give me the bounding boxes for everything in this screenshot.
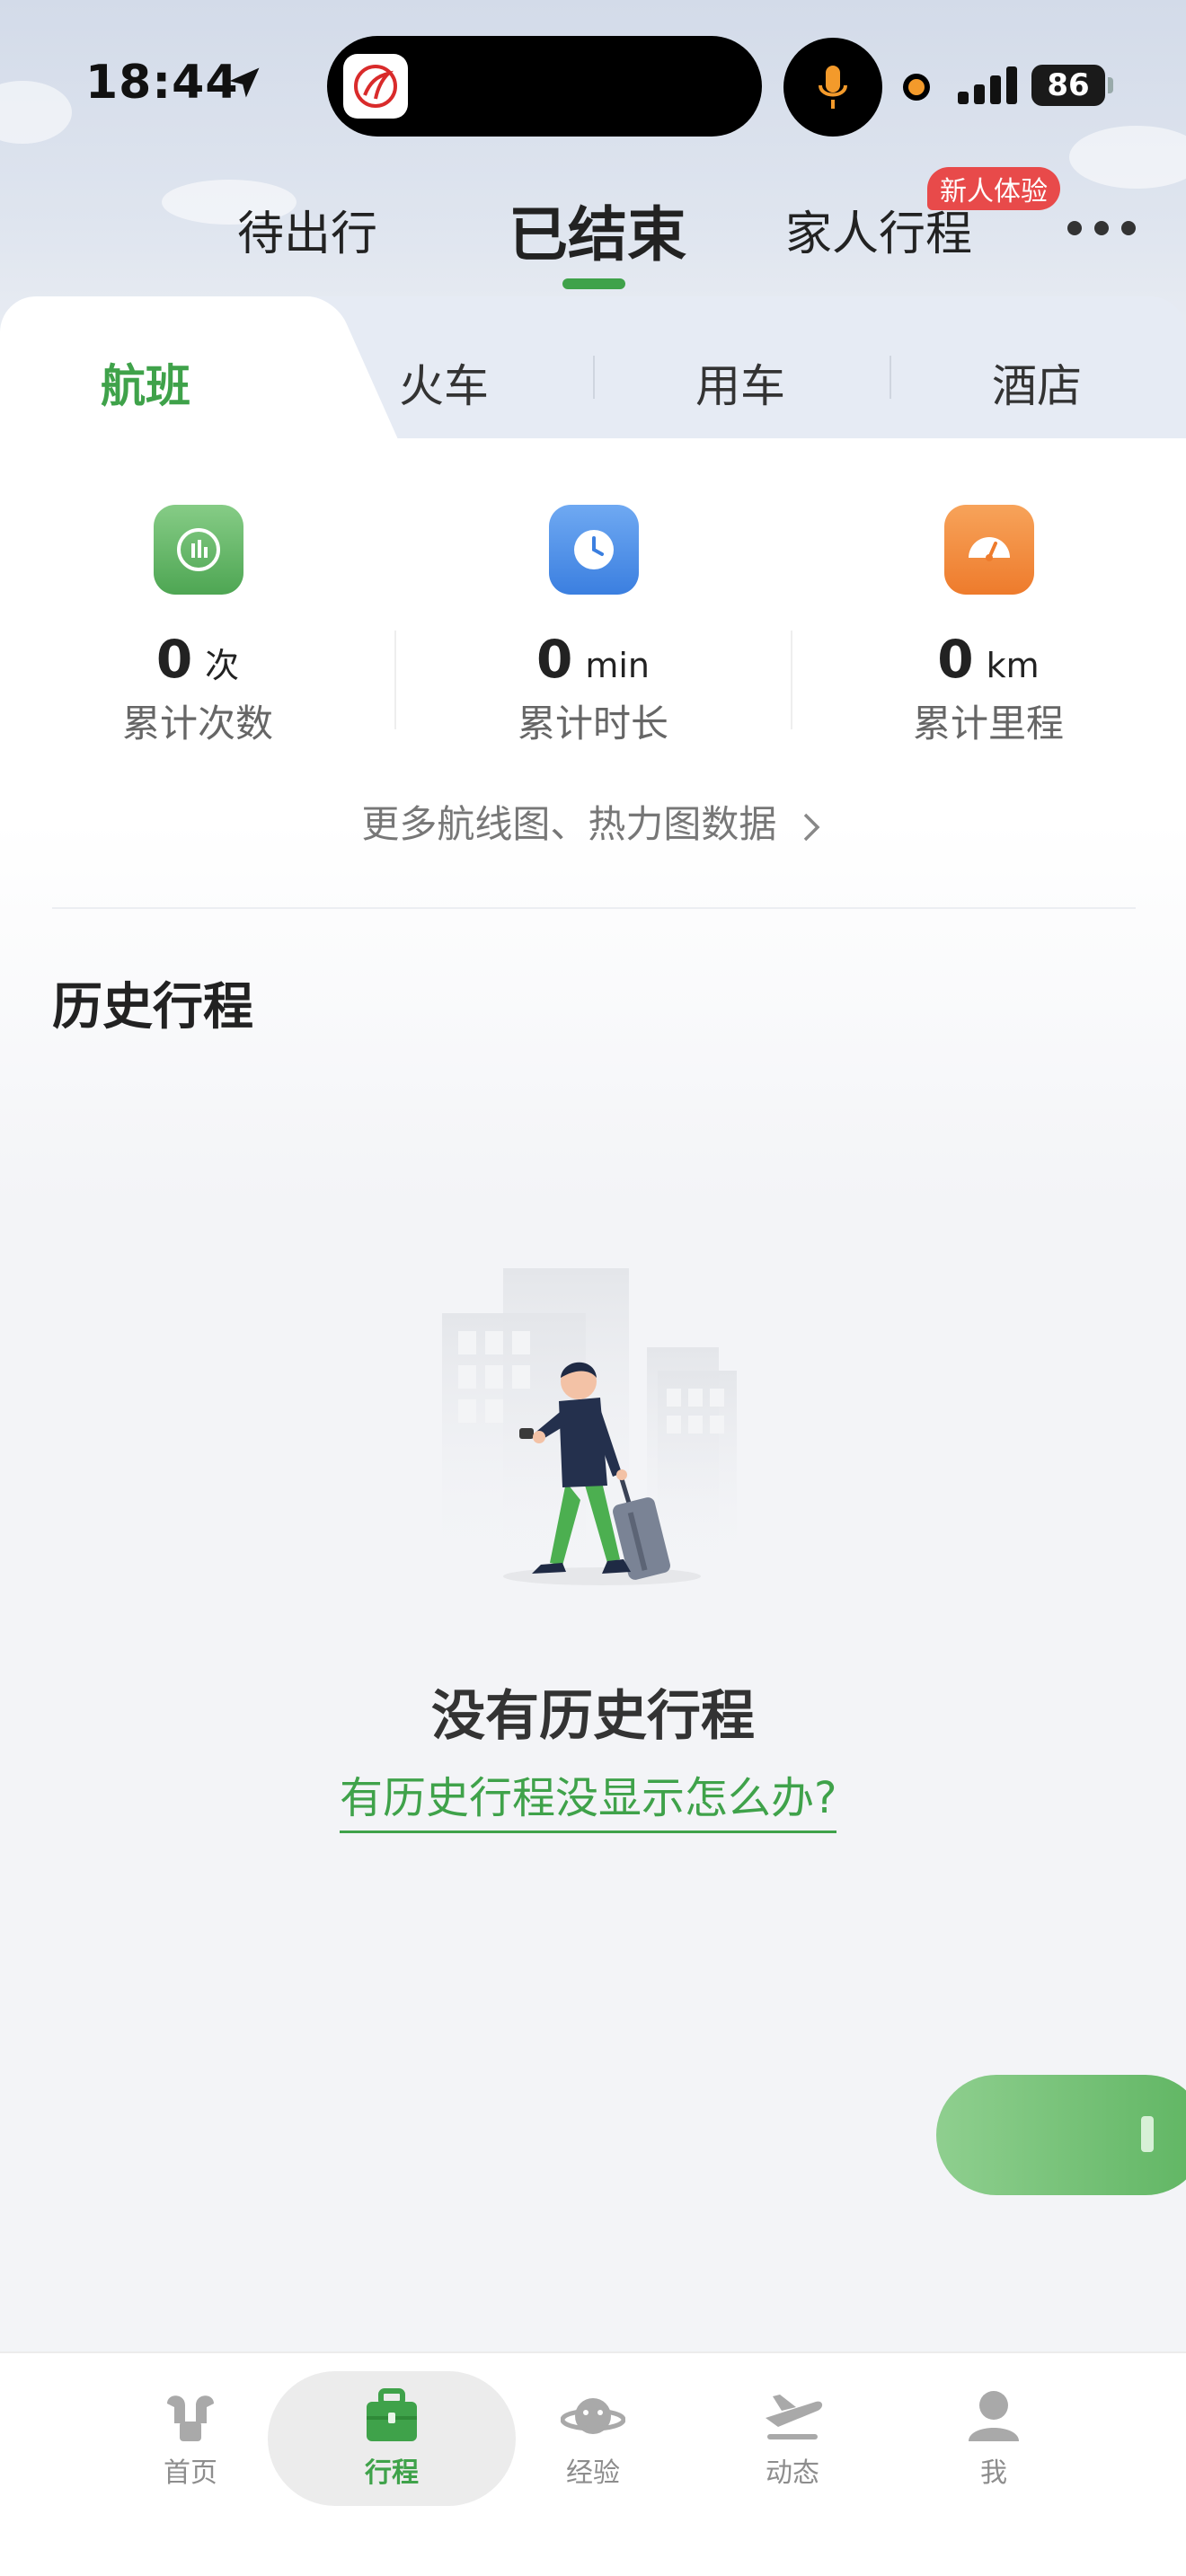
missing-history-help-link[interactable]: 有历史行程没显示怎么办? <box>340 1762 837 1833</box>
recording-dot-icon <box>903 74 930 101</box>
stat-distance-label: 累计里程 <box>912 701 1064 745</box>
home-icon <box>167 2395 214 2441</box>
airline-logo-icon <box>343 54 408 119</box>
user-icon <box>969 2391 1019 2441</box>
bar-chart-icon <box>154 505 243 595</box>
stat-duration-value: 0 <box>535 629 573 690</box>
stat-distance-value: 0 <box>937 629 974 690</box>
signal-icon <box>958 66 1017 104</box>
handle-icon <box>1141 2116 1154 2152</box>
status-bar: 18:44 86 <box>0 0 1186 171</box>
segment-hotel[interactable]: 酒店 <box>992 350 1082 415</box>
battery-tip <box>1108 77 1113 93</box>
stat-count-value: 0 <box>155 629 193 690</box>
history-section-title: 历史行程 <box>52 978 253 1037</box>
tab-home-label: 首页 <box>164 2457 217 2489</box>
speedometer-icon <box>944 505 1034 595</box>
more-route-data-label: 更多航线图、热力图数据 <box>361 802 777 846</box>
tab-trips-label: 行程 <box>365 2457 419 2489</box>
stat-divider <box>791 631 792 729</box>
tab-home[interactable]: 首页 <box>90 2371 291 2506</box>
stat-duration: 0 min <box>458 629 728 690</box>
floating-action-button[interactable] <box>936 2075 1186 2195</box>
empty-state-title: 没有历史行程 <box>431 1685 755 1748</box>
status-time: 18:44 <box>85 56 239 110</box>
microphone-indicator-icon <box>783 38 882 137</box>
active-tab-indicator <box>562 278 625 289</box>
tab-me[interactable]: 我 <box>893 2371 1094 2506</box>
tab-experience-label: 经验 <box>566 2457 620 2489</box>
empty-traveler-illustration <box>442 1268 737 1585</box>
tab-trips[interactable]: 行程 <box>268 2371 516 2506</box>
suitcase-icon <box>367 2388 417 2441</box>
stat-distance-unit: km <box>986 646 1040 685</box>
stat-count-label: 累计次数 <box>121 701 273 745</box>
stat-count: 0次 <box>63 629 332 690</box>
more-options-icon[interactable] <box>1067 221 1136 235</box>
segment-train[interactable]: 火车 <box>399 350 489 415</box>
segment-car[interactable]: 用车 <box>695 350 785 415</box>
plane-icon <box>766 2395 823 2439</box>
tab-dynamics[interactable]: 动态 <box>692 2371 893 2506</box>
stat-duration-unit: min <box>585 646 651 685</box>
tab-finished[interactable]: 已结束 <box>509 187 686 273</box>
stat-duration-label: 累计时长 <box>517 701 668 745</box>
segment-flight[interactable]: 航班 <box>101 350 190 415</box>
divider <box>52 907 1136 909</box>
more-route-data-link[interactable]: 更多航线图、热力图数据 <box>0 794 1186 849</box>
segment-divider <box>593 356 595 399</box>
tab-upcoming[interactable]: 待出行 <box>237 196 377 263</box>
chevron-right-icon <box>803 813 820 841</box>
new-user-badge: 新人体验 <box>927 167 1060 210</box>
location-arrow-icon <box>229 67 260 98</box>
stat-divider <box>394 631 396 729</box>
stat-count-unit: 次 <box>205 646 240 685</box>
battery-icon: 86 <box>1031 65 1105 106</box>
segment-divider <box>890 356 891 399</box>
tab-experience[interactable]: 经验 <box>492 2371 694 2506</box>
clock-icon <box>549 505 639 595</box>
planet-icon <box>561 2398 625 2434</box>
tab-me-label: 我 <box>980 2457 1007 2489</box>
stat-distance: 0 km <box>854 629 1123 690</box>
tab-dynamics-label: 动态 <box>766 2457 819 2489</box>
